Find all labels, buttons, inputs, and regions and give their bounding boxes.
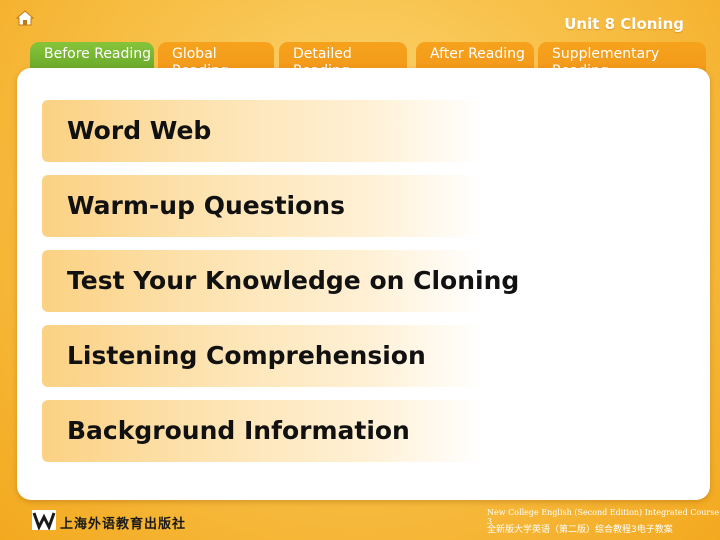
menu-item-label: Background Information <box>67 416 410 445</box>
menu-item-label: Listening Comprehension <box>67 341 426 370</box>
menu-item-warm-up-questions[interactable]: Warm-up Questions <box>42 175 482 237</box>
menu-item-word-web[interactable]: Word Web <box>42 100 482 162</box>
course-title-cn: 全新版大学英语（第二版）综合教程3电子教案 <box>487 525 673 535</box>
publisher-logo-icon <box>32 510 56 530</box>
menu-item-label: Test Your Knowledge on Cloning <box>67 266 520 295</box>
menu-item-background-information[interactable]: Background Information <box>42 400 482 462</box>
menu-item-label: Warm-up Questions <box>67 191 345 220</box>
menu-item-listening-comprehension[interactable]: Listening Comprehension <box>42 325 482 387</box>
home-icon[interactable] <box>16 10 34 26</box>
menu-item-label: Word Web <box>67 116 212 145</box>
publisher-name: 上海外语教育出版社 <box>60 517 187 532</box>
menu-item-test-your-knowledge[interactable]: Test Your Knowledge on Cloning <box>42 250 519 312</box>
unit-title: Unit 8 Cloning <box>564 15 684 33</box>
